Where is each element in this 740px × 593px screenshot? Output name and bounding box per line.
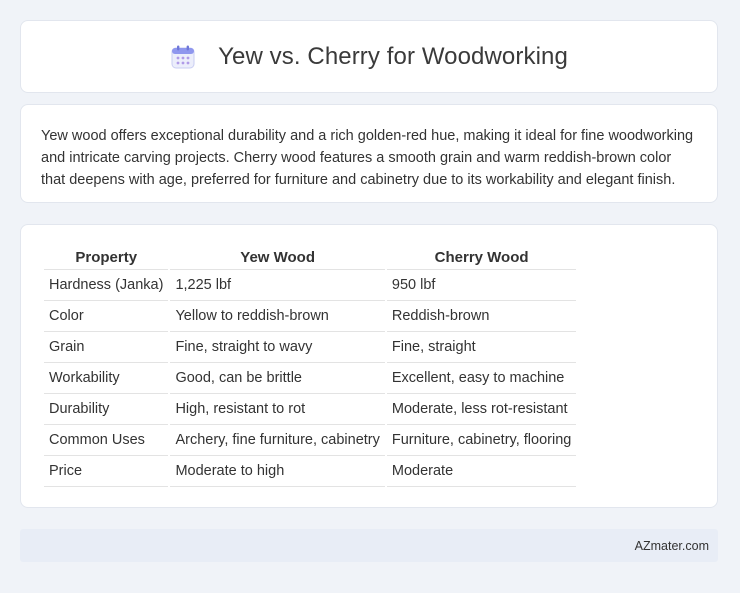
page-title: Yew vs. Cherry for Woodworking <box>218 42 568 70</box>
comparison-table: Property Yew Wood Cherry Wood Hardness (… <box>42 246 578 487</box>
cell-cherry: Excellent, easy to machine <box>386 363 577 394</box>
cell-property: Color <box>44 301 169 332</box>
title-wrap: Yew vs. Cherry for Woodworking <box>170 43 568 71</box>
cell-cherry: Moderate, less rot-resistant <box>386 394 577 425</box>
cell-yew: Archery, fine furniture, cabinetry <box>170 425 385 456</box>
header-property: Property <box>44 246 169 270</box>
cell-cherry: 950 lbf <box>386 270 577 301</box>
cell-property: Common Uses <box>44 425 169 456</box>
cell-yew: High, resistant to rot <box>170 394 385 425</box>
cell-yew: Moderate to high <box>170 456 385 487</box>
cell-yew: Yellow to reddish-brown <box>170 301 385 332</box>
calendar-icon <box>171 45 195 68</box>
footer: AZmater.com <box>20 529 718 562</box>
cell-property: Workability <box>44 363 169 394</box>
cell-property: Price <box>44 456 169 487</box>
table-header-row: Property Yew Wood Cherry Wood <box>44 246 577 270</box>
cell-property: Hardness (Janka) <box>44 270 169 301</box>
cell-property: Grain <box>44 332 169 363</box>
table-row: Color Yellow to reddish-brown Reddish-br… <box>44 301 577 332</box>
cell-cherry: Reddish-brown <box>386 301 577 332</box>
cell-cherry: Fine, straight <box>386 332 577 363</box>
table-row: Workability Good, can be brittle Excelle… <box>44 363 577 394</box>
cell-yew: 1,225 lbf <box>170 270 385 301</box>
table-row: Durability High, resistant to rot Modera… <box>44 394 577 425</box>
header-yew-wood: Yew Wood <box>170 246 385 270</box>
table-row: Price Moderate to high Moderate <box>44 456 577 487</box>
table-row: Hardness (Janka) 1,225 lbf 950 lbf <box>44 270 577 301</box>
cell-yew: Fine, straight to wavy <box>170 332 385 363</box>
cell-yew: Good, can be brittle <box>170 363 385 394</box>
cell-cherry: Moderate <box>386 456 577 487</box>
comparison-card: Property Yew Wood Cherry Wood Hardness (… <box>20 224 718 508</box>
table-row: Common Uses Archery, fine furniture, cab… <box>44 425 577 456</box>
header-cherry-wood: Cherry Wood <box>386 246 577 270</box>
intro-paragraph: Yew wood offers exceptional durability a… <box>41 128 694 188</box>
footer-site-link[interactable]: AZmater.com <box>635 539 709 553</box>
cell-property: Durability <box>44 394 169 425</box>
table-row: Grain Fine, straight to wavy Fine, strai… <box>44 332 577 363</box>
cell-cherry: Furniture, cabinetry, flooring <box>386 425 577 456</box>
title-card: Yew vs. Cherry for Woodworking <box>20 20 718 93</box>
intro-card: Yew wood offers exceptional durability a… <box>20 104 718 203</box>
